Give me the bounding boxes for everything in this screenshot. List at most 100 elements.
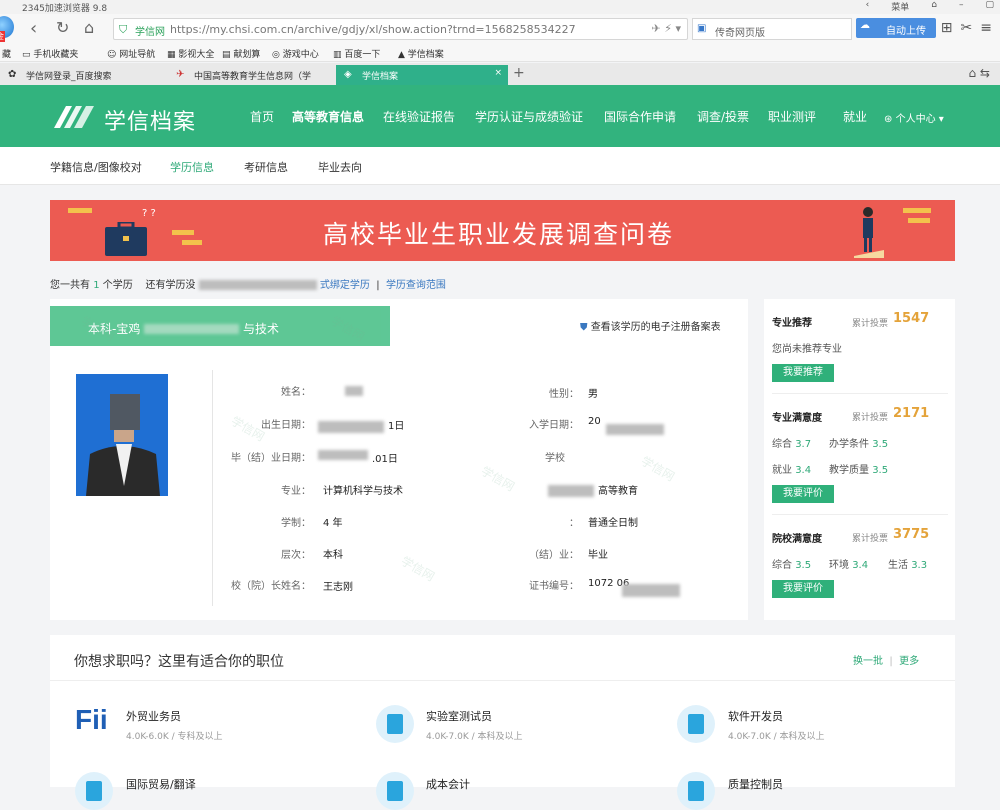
query-range-link[interactable]: 学历查询范围 [386,280,446,291]
job-title[interactable]: 实验室测试员 [426,708,492,724]
tab-tools-icon[interactable]: ⌂ ⇆ [969,66,991,80]
nav-survey[interactable]: 调查/投票 [697,108,749,125]
fav-item[interactable]: ▦ 影视大全 [167,47,214,60]
address-tools[interactable]: ✈ ⚡ ▾ [652,22,681,35]
field-value: 计算机科学与技术 [323,486,403,497]
field-label: 专业： [281,486,311,497]
person-photo-icon [76,374,168,496]
banner-deco [182,240,202,245]
brand-logo-icon [54,106,94,128]
fav-item[interactable]: ▥ 百度一下 [333,47,380,60]
recommend-button[interactable]: 我要推荐 [772,364,834,382]
apps-grid-icon[interactable]: ⊞ [941,20,953,36]
tab-label: 学信网登录_百度搜索 [26,72,112,82]
back-arrow-icon[interactable]: ‹ [866,0,870,13]
summary-suffix: 个学历 [102,280,133,291]
logo-badge: 金 [0,31,5,42]
search-box[interactable]: ▣ 传奇网页版 [692,18,852,40]
job-title[interactable]: 成本会计 [426,776,470,792]
field-value: 男 [588,389,598,400]
address-bar[interactable]: ⛉ 学信网 https://my.chsi.com.cn/archive/gdj… [113,18,688,40]
rating-item: 生活 3.3 [888,560,928,571]
job-desc: 4.0K-7.0K / 本科及以上 [728,732,825,742]
nav-jobs[interactable]: 就业 [843,108,867,125]
user-center-menu[interactable]: ⊛ 个人中心 ▾ [884,110,944,125]
bind-degree-link[interactable]: 式绑定学历 [320,280,370,291]
menu-button[interactable]: 菜单 [891,0,909,13]
field-label: 学校 [545,453,565,464]
site-icon: ◈ [344,69,352,80]
field-value: .01日 [372,454,398,465]
more-jobs-link[interactable]: 更多 [899,656,919,667]
field-label: 证书编号： [529,581,579,592]
rate-school-button[interactable]: 我要评价 [772,580,834,598]
subnav-destination[interactable]: 毕业去向 [318,159,362,175]
field-value: 高等教育 [598,486,638,497]
minimize-button[interactable]: – [959,0,964,13]
home-button[interactable]: ⌂ [84,18,94,37]
brand-name[interactable]: 学信档案 [104,104,196,135]
rate-major-button[interactable]: 我要评价 [772,485,834,503]
job-title[interactable]: 软件开发员 [728,708,783,724]
field-value: 本科 [323,550,343,561]
tab-label: 学信档案 [362,72,399,82]
nav-assessment[interactable]: 职业测评 [768,108,816,125]
votes-count: 2171 [893,406,930,421]
new-tab-button[interactable]: + [513,65,525,81]
subnav-exam[interactable]: 考研信息 [244,159,288,175]
job-title[interactable]: 质量控制员 [728,776,783,792]
url-text[interactable]: https://my.chsi.com.cn/archive/gdjy/xl/s… [170,23,576,36]
fav-item[interactable]: ◎ 游戏中心 [272,47,319,60]
jobs-links: 换一批 | 更多 [853,652,919,667]
refresh-button[interactable]: ↻ [56,18,69,37]
nav-report[interactable]: 在线验证报告 [383,108,455,125]
fav-item[interactable]: ▲ 学信档案 [398,47,444,60]
skin-icon[interactable]: ⌂ [931,0,937,13]
job-title[interactable]: 国际贸易/翻译 [126,776,196,792]
banner-deco [903,208,931,213]
redaction-blur [144,324,240,334]
browser-titlebar: 2345加速浏览器 9.8 ‹ 菜单 ⌂ – ▢ [0,0,1000,14]
field-value: 20 [588,416,601,427]
fav-item[interactable]: 藏 [2,47,11,60]
recommend-note: 您尚未推荐专业 [772,344,842,355]
job-title[interactable]: 外贸业务员 [126,708,181,724]
fav-item[interactable]: ▤ 献划算 [222,47,260,60]
redaction-blur [318,450,368,460]
redaction-blur [318,421,384,433]
building-icon [376,705,414,743]
job-desc: 4.0K-6.0K / 专科及以上 [126,732,223,742]
field-label: 姓名： [281,387,311,398]
subnav-degree[interactable]: 学历信息 [170,159,214,175]
search-input[interactable]: 传奇网页版 [715,24,765,39]
browser-tab[interactable]: ✈ 中国高等教育学生信息网（学 [168,65,333,85]
maximize-button[interactable]: ▢ [985,0,994,13]
nav-home[interactable]: 首页 [250,108,274,125]
browser-tab-active[interactable]: ◈ 学信档案 × [336,65,508,85]
field-value: 普通全日制 [588,518,638,529]
survey-banner[interactable]: ? ? 高校毕业生职业发展调查问卷 [50,200,955,261]
job-desc: 4.0K-7.0K / 本科及以上 [426,732,523,742]
recommend-title: 专业推荐 [772,318,812,329]
redaction-blur [198,280,317,290]
back-button[interactable]: ‹ [30,18,37,39]
scissors-icon[interactable]: ✂ [961,20,973,36]
summary-more: 还有学历没 [145,280,196,291]
view-registration-link[interactable]: ⛊ 查看该学历的电子注册备案表 [580,318,721,333]
browser-tab[interactable]: ✿ 学信网登录_百度搜索 [0,65,165,85]
close-icon[interactable]: × [494,68,502,78]
more-chevron-icon[interactable]: ≡ [980,20,992,36]
refresh-jobs-link[interactable]: 换一批 [853,656,883,667]
cert-link-label: 查看该学历的电子注册备案表 [590,322,721,333]
field-label: （结）业： [529,550,579,561]
subnav-roll[interactable]: 学籍信息/图像校对 [50,159,142,175]
nav-cert[interactable]: 学历认证与成绩验证 [475,108,583,125]
fav-item[interactable]: ▭ 手机收藏夹 [22,47,78,60]
upload-button[interactable]: ☁ 自动上传 [856,18,936,38]
cloud-icon: ☁ [860,20,870,31]
divider [772,393,948,394]
nav-higher-ed[interactable]: 高等教育信息 [292,108,364,125]
nav-intl[interactable]: 国际合作申请 [604,108,676,125]
banner-title: 高校毕业生职业发展调查问卷 [323,220,675,249]
fav-item[interactable]: ☺ 网址导航 [107,47,155,60]
